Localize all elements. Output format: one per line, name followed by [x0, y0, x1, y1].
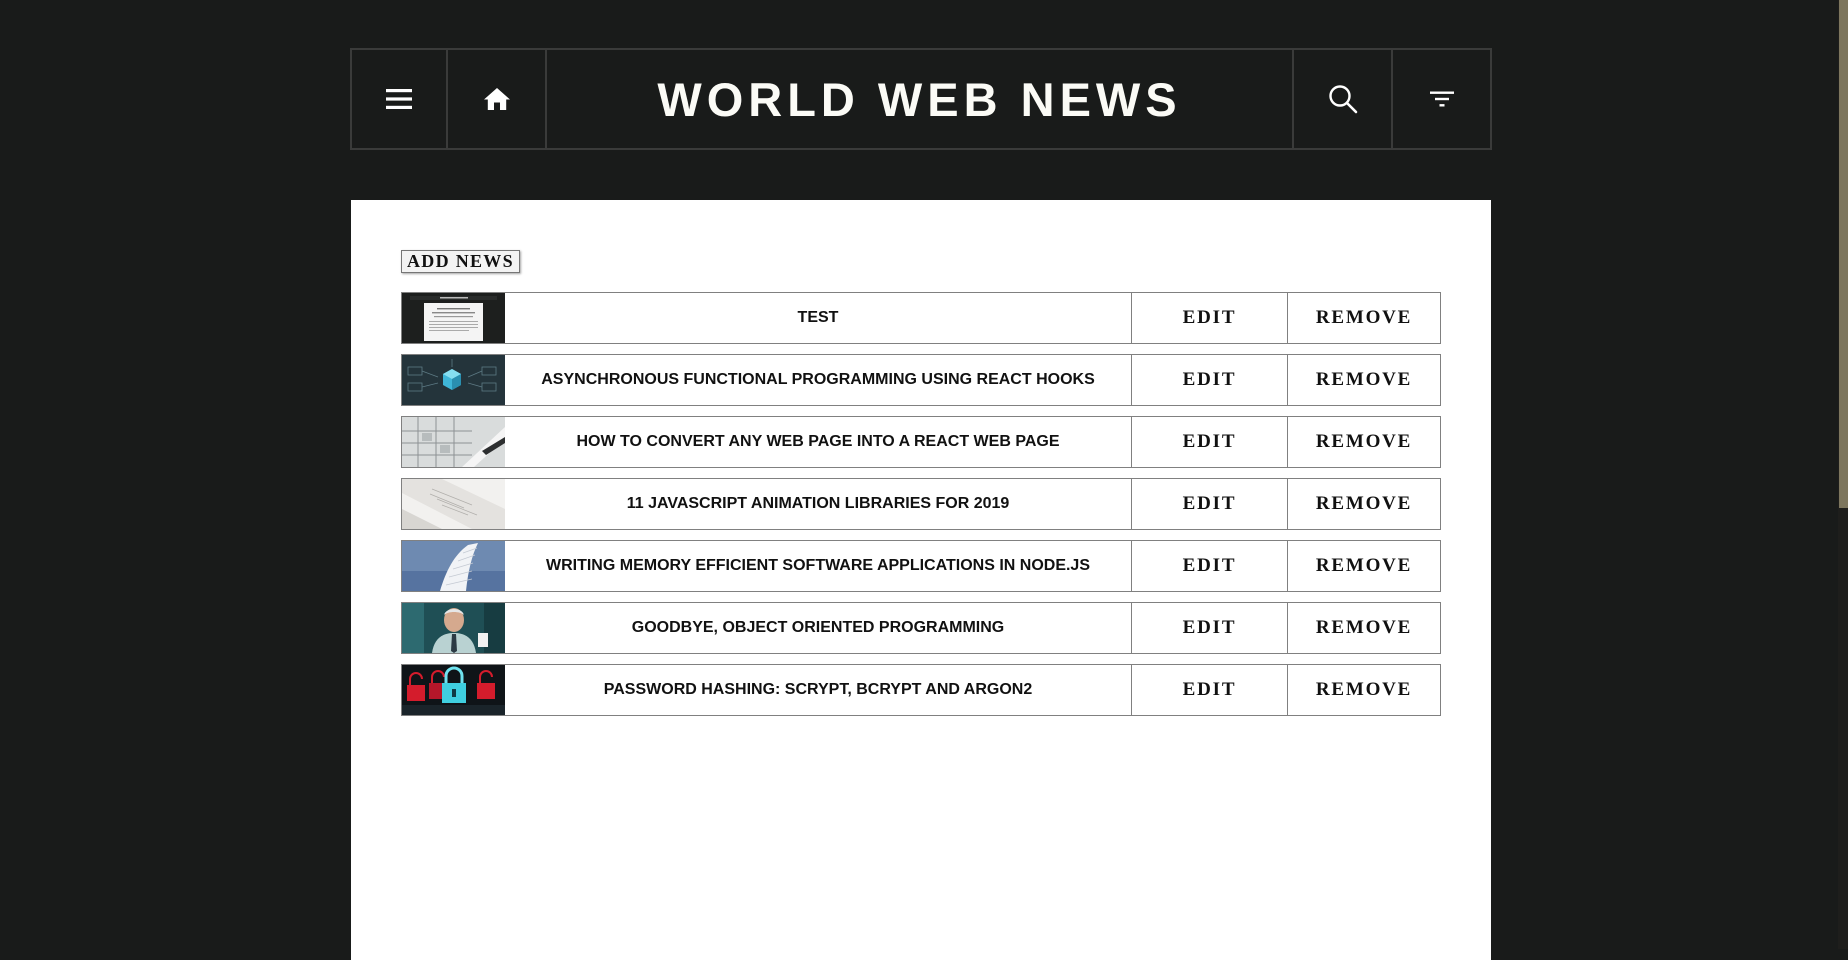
- edit-button[interactable]: EDIT: [1131, 479, 1287, 529]
- news-title[interactable]: 11 JAVASCRIPT ANIMATION LIBRARIES FOR 20…: [505, 479, 1131, 529]
- news-title[interactable]: WRITING MEMORY EFFICIENT SOFTWARE APPLIC…: [505, 541, 1131, 591]
- news-admin-panel: ADD NEWS TEST EDIT REMOVE ASYNCHRONOUS F…: [351, 200, 1491, 960]
- menu-button[interactable]: [352, 50, 448, 148]
- hamburger-menu-icon: [386, 89, 412, 109]
- remove-button[interactable]: REMOVE: [1287, 603, 1440, 653]
- home-icon: [483, 88, 510, 110]
- news-title[interactable]: PASSWORD HASHING: SCRYPT, BCRYPT AND ARG…: [505, 665, 1131, 715]
- remove-button[interactable]: REMOVE: [1287, 417, 1440, 467]
- news-thumbnail: [402, 293, 505, 343]
- news-thumbnail: [402, 355, 505, 405]
- news-title[interactable]: TEST: [505, 293, 1131, 343]
- news-row: TEST EDIT REMOVE: [401, 292, 1441, 344]
- news-thumbnail: [402, 665, 505, 715]
- site-header: WORLD WEB NEWS: [350, 48, 1492, 150]
- search-icon: [1328, 85, 1357, 114]
- edit-button[interactable]: EDIT: [1131, 355, 1287, 405]
- news-title[interactable]: GOODBYE, OBJECT ORIENTED PROGRAMMING: [505, 603, 1131, 653]
- news-title[interactable]: HOW TO CONVERT ANY WEB PAGE INTO A REACT…: [505, 417, 1131, 467]
- news-row: 11 JAVASCRIPT ANIMATION LIBRARIES FOR 20…: [401, 478, 1441, 530]
- remove-button[interactable]: REMOVE: [1287, 355, 1440, 405]
- site-title: WORLD WEB NEWS: [547, 50, 1294, 148]
- edit-button[interactable]: EDIT: [1131, 665, 1287, 715]
- remove-button[interactable]: REMOVE: [1287, 293, 1440, 343]
- news-row: GOODBYE, OBJECT ORIENTED PROGRAMMING EDI…: [401, 602, 1441, 654]
- news-row: PASSWORD HASHING: SCRYPT, BCRYPT AND ARG…: [401, 664, 1441, 716]
- filter-button[interactable]: [1393, 50, 1490, 148]
- scrollbar-track[interactable]: [1838, 0, 1848, 949]
- remove-button[interactable]: REMOVE: [1287, 479, 1440, 529]
- news-row: ASYNCHRONOUS FUNCTIONAL PROGRAMMING USIN…: [401, 354, 1441, 406]
- search-button[interactable]: [1294, 50, 1393, 148]
- news-title[interactable]: ASYNCHRONOUS FUNCTIONAL PROGRAMMING USIN…: [505, 355, 1131, 405]
- news-row: HOW TO CONVERT ANY WEB PAGE INTO A REACT…: [401, 416, 1441, 468]
- edit-button[interactable]: EDIT: [1131, 293, 1287, 343]
- scrollbar-thumb[interactable]: [1839, 0, 1848, 508]
- news-thumbnail: [402, 541, 505, 591]
- edit-button[interactable]: EDIT: [1131, 417, 1287, 467]
- filter-icon: [1429, 91, 1454, 107]
- home-button[interactable]: [448, 50, 547, 148]
- remove-button[interactable]: REMOVE: [1287, 665, 1440, 715]
- edit-button[interactable]: EDIT: [1131, 541, 1287, 591]
- add-news-button[interactable]: ADD NEWS: [401, 250, 520, 273]
- news-list: TEST EDIT REMOVE ASYNCHRONOUS FUNCTIONAL…: [401, 292, 1441, 726]
- news-row: WRITING MEMORY EFFICIENT SOFTWARE APPLIC…: [401, 540, 1441, 592]
- remove-button[interactable]: REMOVE: [1287, 541, 1440, 591]
- news-thumbnail: [402, 417, 505, 467]
- news-thumbnail: [402, 603, 505, 653]
- edit-button[interactable]: EDIT: [1131, 603, 1287, 653]
- news-thumbnail: [402, 479, 505, 529]
